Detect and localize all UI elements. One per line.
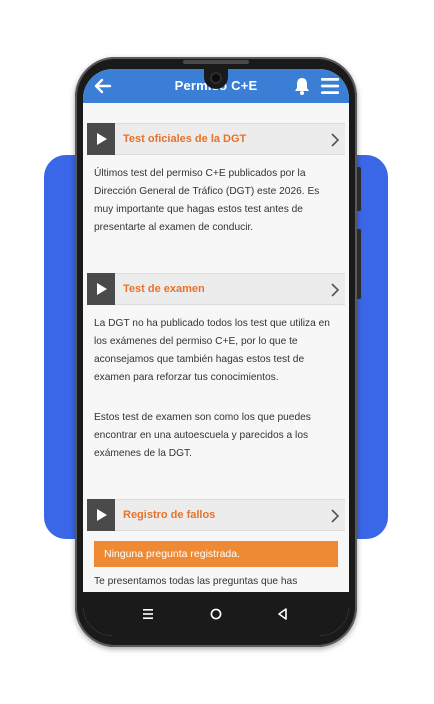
chevron-right-icon xyxy=(331,509,340,523)
section-header-test-examen[interactable]: Test de examen xyxy=(87,273,345,305)
play-icon xyxy=(87,499,115,531)
section-description: Te presentamos todas las preguntas que h… xyxy=(94,576,298,587)
back-triangle-icon[interactable] xyxy=(275,606,291,622)
phone-frame: Permiso C+E Test oficiales de la DGT Últ… xyxy=(75,57,361,647)
play-icon xyxy=(87,273,115,305)
empty-state-alert: Ninguna pregunta registrada. xyxy=(94,541,338,567)
chevron-right-icon xyxy=(331,283,340,297)
volume-button xyxy=(357,167,361,211)
section-title: Registro de fallos xyxy=(123,509,216,521)
bell-icon[interactable] xyxy=(292,76,312,96)
chevron-right-icon xyxy=(331,133,340,147)
section-header-registro-fallos[interactable]: Registro de fallos xyxy=(87,499,345,531)
home-circle-icon[interactable] xyxy=(208,606,224,622)
content-area: Test oficiales de la DGT Últimos test de… xyxy=(83,103,349,592)
section-description-2: Estos test de examen son como los que pu… xyxy=(94,412,311,459)
play-icon xyxy=(87,123,115,155)
power-button xyxy=(357,229,361,299)
section-title: Test de examen xyxy=(123,283,205,295)
android-nav-bar xyxy=(83,592,349,636)
phone-screen: Permiso C+E Test oficiales de la DGT Últ… xyxy=(83,69,349,636)
speaker-slit xyxy=(183,60,249,64)
section-description: Últimos test del permiso C+E publicados … xyxy=(94,168,320,233)
section-description: La DGT no ha publicado todos los test qu… xyxy=(94,318,330,383)
recent-apps-icon[interactable] xyxy=(140,606,156,622)
hamburger-menu-icon[interactable] xyxy=(320,77,340,95)
front-camera xyxy=(210,72,222,84)
section-title: Test oficiales de la DGT xyxy=(123,133,247,145)
section-header-test-oficiales[interactable]: Test oficiales de la DGT xyxy=(87,123,345,155)
